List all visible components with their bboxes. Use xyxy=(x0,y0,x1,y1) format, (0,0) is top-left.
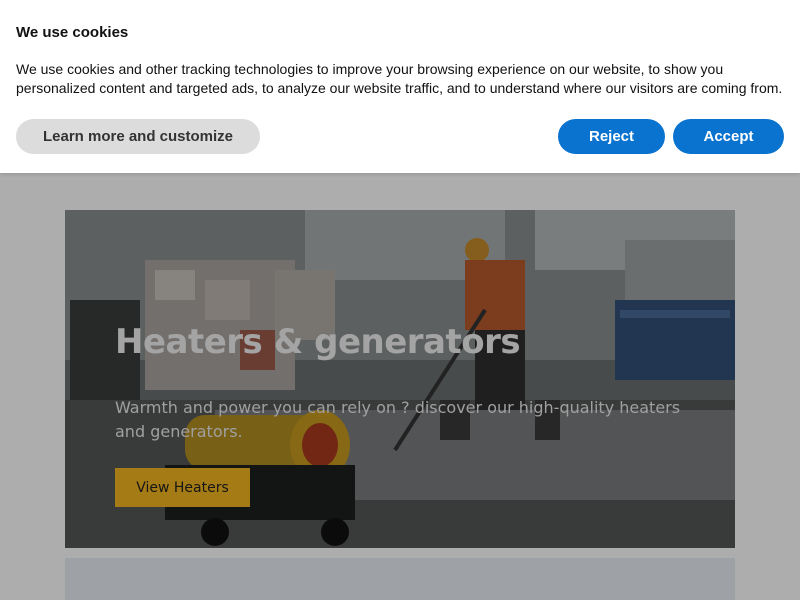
cookie-banner-text: We use cookies and other tracking techno… xyxy=(16,61,783,96)
cookie-banner-title: We use cookies xyxy=(16,24,129,41)
learn-more-button[interactable]: Learn more and customize xyxy=(16,119,260,154)
reject-button[interactable]: Reject xyxy=(558,119,665,154)
cookie-banner: We use cookies We use cookies and other … xyxy=(0,0,800,173)
accept-button[interactable]: Accept xyxy=(673,119,784,154)
